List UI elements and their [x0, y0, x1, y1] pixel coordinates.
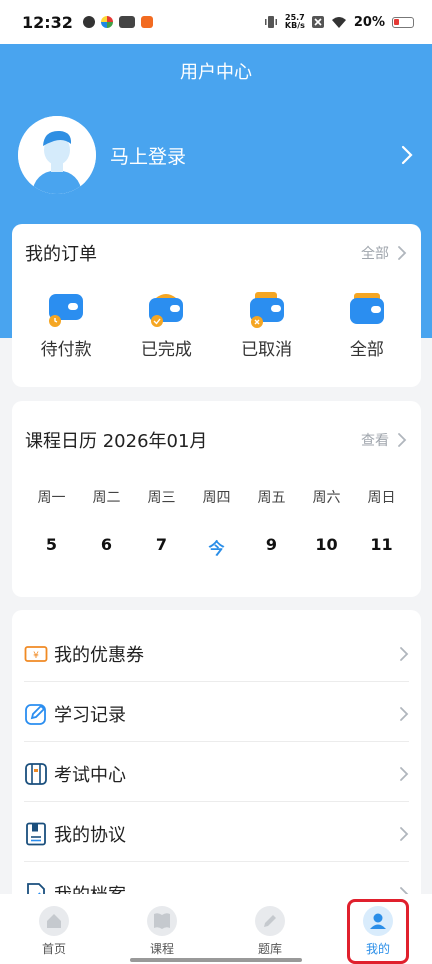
status-bar: 12:32 25.7 KB/s 20%	[0, 0, 432, 44]
page-title: 用户中心	[180, 62, 252, 83]
order-pending-button[interactable]: 待付款	[26, 290, 106, 360]
calendar-day[interactable]: 7	[134, 535, 189, 559]
wallet-cancel-icon	[249, 292, 284, 328]
home-indicator	[130, 958, 302, 962]
calendar-day[interactable]: 11	[354, 535, 409, 559]
wallet-pending-icon	[49, 294, 84, 327]
app-notification-icon	[140, 16, 153, 28]
wallet-all-icon	[349, 293, 384, 324]
weekday-label: 周二	[92, 490, 121, 506]
weekday-label: 周四	[202, 490, 231, 506]
pencil-icon	[255, 906, 285, 936]
profile-login-row[interactable]: 马上登录	[18, 115, 414, 195]
wifi-icon	[331, 16, 346, 28]
wallet-done-icon	[149, 294, 184, 327]
chevron-right-icon	[400, 766, 409, 781]
order-completed-button[interactable]: 已完成	[126, 290, 206, 360]
weekday-label: 周三	[147, 490, 176, 506]
menu-item-exam-center[interactable]: 考试中心	[24, 742, 409, 802]
weekday-label: 周五	[257, 490, 286, 506]
chevron-right-icon	[398, 246, 407, 260]
order-all-button[interactable]: 全部	[327, 290, 407, 360]
svg-text:¥: ¥	[33, 651, 39, 661]
chevron-right-icon	[400, 826, 409, 841]
calendar-day[interactable]: 5	[24, 535, 79, 559]
chevron-right-icon	[400, 706, 409, 721]
app-notification-icon	[118, 16, 135, 28]
tab-courses[interactable]: 课程	[108, 894, 216, 964]
book-icon	[147, 906, 177, 936]
battery-icon	[392, 16, 414, 28]
exam-icon	[25, 762, 47, 785]
menu-list-card: ¥ 我的优惠券 学习记录 考试中心 我的协议 我的档案	[12, 610, 421, 910]
calendar-day-today[interactable]: 今	[189, 535, 244, 559]
vibrate-icon	[264, 16, 277, 28]
battery-percent: 20%	[353, 14, 385, 30]
calendar-days-row: 5 6 7 今 9 10 11	[12, 535, 421, 559]
orders-title: 我的订单	[25, 244, 97, 265]
chevron-right-icon	[401, 145, 413, 165]
course-calendar-card: 课程日历 2026年01月 查看 周一 周二 周三 周四 周五 周六 周日 5 …	[12, 401, 421, 597]
calendar-title: 课程日历 2026年01月	[25, 431, 208, 452]
status-time: 12:32	[22, 12, 73, 32]
tab-mine[interactable]: 我的	[324, 894, 432, 964]
app-notification-icon	[82, 16, 95, 28]
avatar[interactable]	[18, 116, 96, 194]
bottom-tab-bar: 首页 课程 题库 我的	[0, 894, 432, 964]
order-cancelled-button[interactable]: 已取消	[227, 290, 307, 360]
weekday-header: 周一 周二 周三 周四 周五 周六 周日	[12, 487, 421, 507]
weekday-label: 周日	[367, 490, 396, 506]
agreement-icon	[26, 822, 46, 845]
coupon-icon: ¥	[24, 645, 48, 662]
orders-card: 我的订单 全部 待付款 已完成 已取消 全部	[12, 224, 421, 387]
home-icon	[39, 906, 69, 936]
no-sim-icon	[311, 16, 324, 28]
orders-all-link[interactable]: 全部	[361, 243, 407, 263]
network-speed: 25.7 KB/s	[284, 13, 305, 30]
menu-item-study-records[interactable]: 学习记录	[24, 682, 409, 742]
login-label: 马上登录	[110, 145, 187, 168]
menu-item-agreements[interactable]: 我的协议	[24, 802, 409, 862]
edit-icon	[25, 703, 46, 725]
chevron-right-icon	[398, 433, 407, 447]
tab-home[interactable]: 首页	[0, 894, 108, 964]
user-icon	[363, 906, 393, 936]
calendar-day[interactable]: 10	[299, 535, 354, 559]
weekday-label: 周六	[312, 490, 341, 506]
weekday-label: 周一	[37, 490, 66, 506]
app-notification-icon	[100, 16, 113, 28]
calendar-day[interactable]: 6	[79, 535, 134, 559]
chevron-right-icon	[400, 646, 409, 661]
default-avatar-icon	[18, 116, 96, 194]
calendar-day[interactable]: 9	[244, 535, 299, 559]
tab-question-bank[interactable]: 题库	[216, 894, 324, 964]
calendar-view-link[interactable]: 查看	[361, 430, 407, 450]
menu-item-coupons[interactable]: ¥ 我的优惠券	[24, 622, 409, 682]
